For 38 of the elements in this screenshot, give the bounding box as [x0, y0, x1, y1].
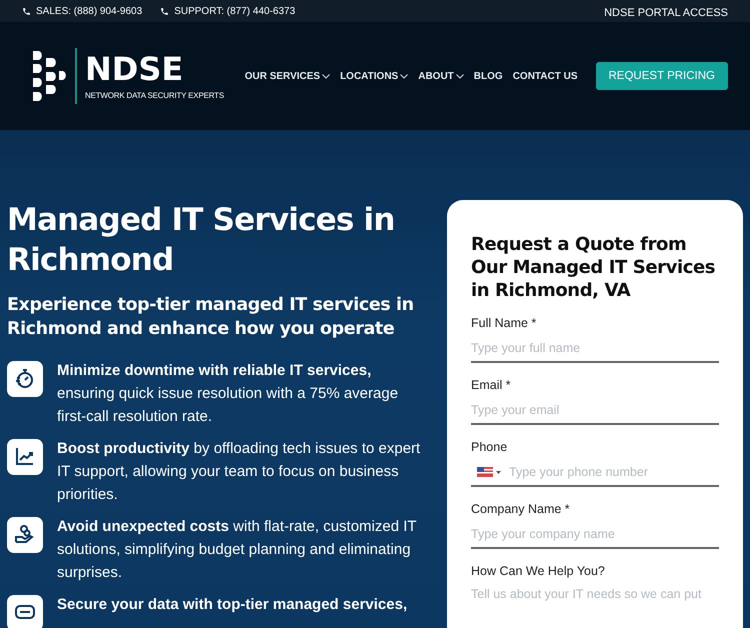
- nav-link[interactable]: LOCATIONS: [340, 70, 408, 82]
- field-label: Phone: [471, 440, 508, 454]
- page-subtitle: Experience top-tier managed IT services in Richmond and enhance how you operate: [7, 294, 415, 341]
- chevron-down-icon: [456, 74, 464, 78]
- benefit-text: Avoid unexpected costs with flat-rate, customized IT solutions, simplifying budget planning and eliminating surprises.: [57, 517, 418, 583]
- line-chart-icon: [7, 439, 43, 475]
- chevron-down-icon: [322, 74, 330, 78]
- flag-icon: [477, 467, 493, 477]
- caret-icon: [496, 470, 501, 474]
- nav-link[interactable]: OUR SERVICES: [244, 70, 330, 82]
- phone-input[interactable]: Type your phone number: [509, 459, 719, 487]
- nav-link[interactable]: CONTACT US: [512, 70, 578, 82]
- logo-mark-icon: [33, 51, 69, 101]
- contact-phone: SALES: (888) 904-9603: [36, 6, 142, 16]
- hand-coins-icon: [7, 517, 43, 553]
- input-field[interactable]: Type your full name: [471, 335, 719, 363]
- benefit-text: Secure your data with top-tier managed services,: [57, 595, 408, 615]
- chevron-down-icon: [400, 74, 408, 78]
- input-field[interactable]: Type your email: [471, 397, 719, 425]
- phone-icon: [160, 6, 170, 16]
- contact-phone: SUPPORT: (877) 440-6373: [174, 6, 296, 16]
- card-icon: [7, 595, 43, 628]
- logo-tagline: NETWORK DATA SECURITY EXPERTS: [85, 90, 224, 100]
- benefit-text: Minimize downtime with reliable IT services, ensuring quick issue resolution with a 75% average first-call resolution rate.: [57, 361, 400, 427]
- field-label: Full Name *: [471, 316, 538, 330]
- phone-icon: [22, 6, 31, 16]
- nav-link[interactable]: BLOG: [474, 70, 503, 82]
- page-title: Managed IT Services in Richmond: [7, 201, 396, 280]
- stopwatch-icon: [7, 361, 43, 397]
- field-label: How Can We Help You?: [471, 564, 606, 578]
- benefit-text: Boost productivity by offloading tech issues to expert IT support, allowing your team to focus on business priorities.: [57, 439, 422, 505]
- form-title: Request a Quote from Our Managed IT Services in Richmond, VA: [471, 233, 716, 302]
- field-label: Company Name *: [471, 502, 571, 516]
- portal-link[interactable]: NDSE PORTAL ACCESS: [604, 7, 728, 19]
- field-label: Email *: [471, 378, 512, 392]
- logo-wordmark: NDSE: [85, 52, 184, 84]
- input-field[interactable]: Type your company name: [471, 521, 719, 549]
- nav-link[interactable]: ABOUT: [418, 70, 464, 82]
